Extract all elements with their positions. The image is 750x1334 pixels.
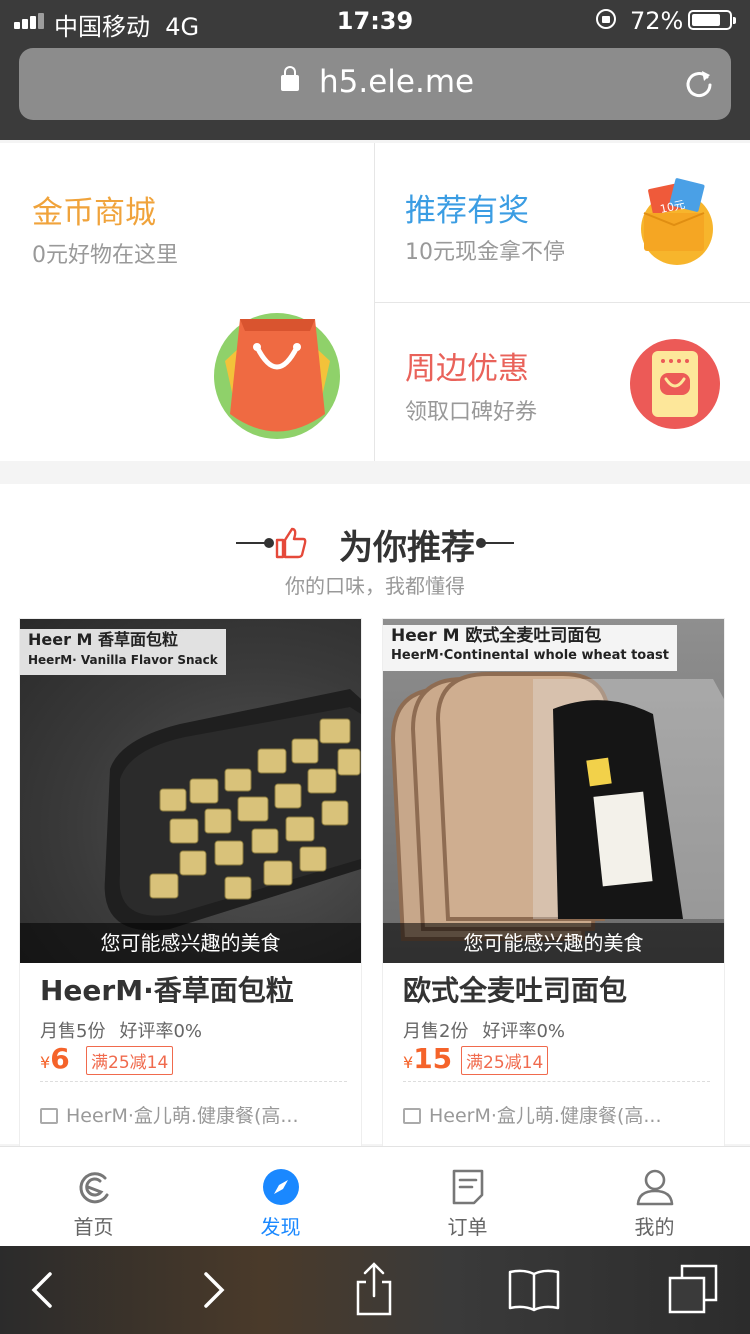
rotation-lock-icon — [596, 9, 616, 29]
promo-subtitle: 0元好物在这里 — [32, 243, 178, 268]
address-bar[interactable]: h5.ele.me — [19, 48, 731, 120]
food-name: HeerM·香草面包粒 — [40, 974, 294, 1007]
food-name: 欧式全麦吐司面包 — [403, 974, 628, 1007]
share-icon[interactable] — [346, 1262, 402, 1318]
eleme-logo-icon — [79, 1172, 109, 1204]
url-text: h5.ele.me — [319, 64, 475, 100]
monthly-sales: 月售5份 — [40, 1021, 106, 1042]
discount-tag: 满25减14 — [461, 1046, 549, 1075]
divider — [403, 1081, 710, 1082]
rating: 好评率0% — [482, 1021, 566, 1042]
rating: 好评率0% — [119, 1021, 203, 1042]
battery-icon — [688, 10, 736, 30]
shop-icon — [40, 1108, 58, 1124]
promo-grid: 金币商城 0元好物在这里 推荐有奖 10元现金拿不停 10元 周边优惠 领取口碑… — [0, 143, 750, 461]
shop-name[interactable]: HeerM·盒儿萌.健康餐(高... — [40, 1101, 298, 1128]
food-image: Heer M 香草面包粒 HeerM· Vanilla Flavor Snack… — [20, 619, 361, 963]
cash-box-icon: 10元 — [641, 178, 713, 265]
back-icon[interactable] — [16, 1262, 72, 1318]
food-image: Heer M 欧式全麦吐司面包 HeerM·Continental whole … — [383, 619, 724, 963]
promo-title: 周边优惠 — [405, 351, 529, 387]
compass-icon — [263, 1169, 299, 1205]
tab-orders[interactable]: 订单 — [374, 1147, 561, 1247]
monthly-sales: 月售2份 — [403, 1021, 469, 1042]
bottom-tab-bar: 首页 发现 订单 我的 — [0, 1146, 750, 1247]
image-banner: Heer M 欧式全麦吐司面包 HeerM·Continental whole … — [383, 625, 677, 671]
price: ¥6 — [40, 1042, 70, 1075]
image-caption: 您可能感兴趣的美食 — [20, 923, 361, 963]
reload-icon[interactable] — [683, 68, 715, 100]
promo-subtitle: 10元现金拿不停 — [405, 240, 565, 265]
image-banner: Heer M 香草面包粒 HeerM· Vanilla Flavor Snack — [20, 629, 226, 675]
promo-subtitle: 领取口碑好券 — [405, 400, 538, 425]
discount-tag: 满25减14 — [86, 1046, 174, 1075]
food-stats: 月售2份 好评率0% — [403, 1017, 579, 1043]
image-caption: 您可能感兴趣的美食 — [383, 923, 724, 963]
price: ¥15 — [403, 1042, 453, 1075]
profile-icon — [636, 1169, 674, 1206]
order-icon — [452, 1169, 484, 1205]
lock-icon — [281, 66, 299, 91]
promo-refer-reward[interactable]: 推荐有奖 10元现金拿不停 10元 — [375, 143, 750, 302]
smile-coupon-icon — [630, 339, 720, 429]
browser-chrome: 中国移动 4G 17:39 72% h5.ele.me — [0, 0, 750, 140]
tab-profile[interactable]: 我的 — [561, 1147, 748, 1247]
promo-coin-mall[interactable]: 金币商城 0元好物在这里 — [0, 143, 374, 461]
recommend-section: 为你推荐 你的口味，我都懂得 Heer M 香草面包粒 HeerM· Vanil… — [0, 484, 750, 1158]
food-card[interactable]: Heer M 香草面包粒 HeerM· Vanilla Flavor Snack… — [19, 618, 362, 1158]
promo-nearby-deals[interactable]: 周边优惠 领取口碑好券 — [375, 303, 750, 461]
bookmarks-icon[interactable] — [506, 1262, 562, 1318]
tab-home[interactable]: 首页 — [0, 1147, 187, 1247]
status-bar: 中国移动 4G 17:39 72% — [0, 0, 750, 41]
food-stats: 月售5份 好评率0% — [40, 1017, 216, 1043]
section-subtitle: 你的口味，我都懂得 — [285, 574, 465, 598]
divider — [40, 1081, 347, 1082]
battery-percent: 72% — [630, 7, 684, 35]
tab-discover[interactable]: 发现 — [187, 1147, 374, 1247]
promo-title: 金币商城 — [32, 195, 156, 231]
shopping-bag-icon — [214, 313, 340, 439]
promo-title: 推荐有奖 — [405, 193, 529, 229]
tabs-icon[interactable] — [666, 1262, 722, 1318]
shop-icon — [403, 1108, 421, 1124]
section-title: 为你推荐 — [339, 528, 475, 568]
shop-name[interactable]: HeerM·盒儿萌.健康餐(高... — [403, 1101, 661, 1128]
forward-icon[interactable] — [184, 1262, 240, 1318]
browser-toolbar — [0, 1246, 750, 1334]
food-card[interactable]: Heer M 欧式全麦吐司面包 HeerM·Continental whole … — [382, 618, 725, 1158]
